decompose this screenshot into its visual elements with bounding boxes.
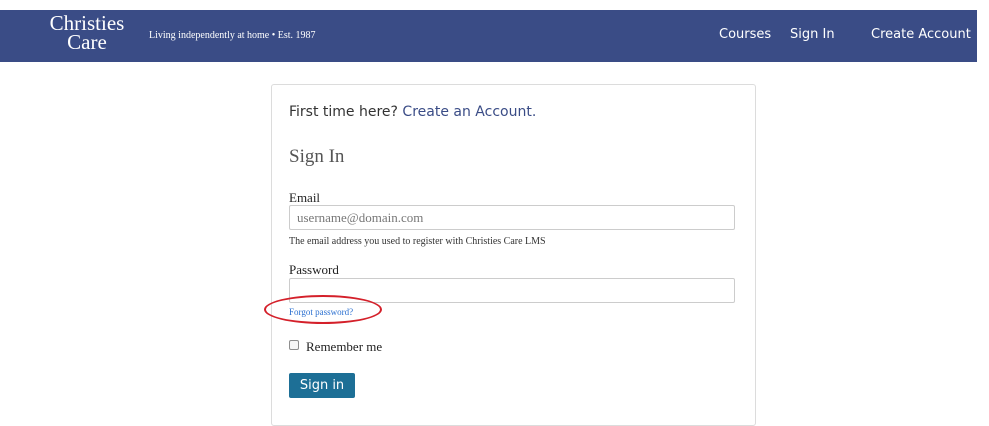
forgot-password-link[interactable]: Forgot password? [289, 307, 353, 317]
nav-create-account[interactable]: Create Account [871, 27, 971, 42]
email-help-text: The email address you used to register w… [289, 236, 546, 247]
remember-me-label: Remember me [306, 339, 383, 354]
top-navbar: Christies Care Living independently at h… [0, 10, 977, 62]
remember-me-checkbox[interactable] [289, 340, 299, 350]
email-label: Email [289, 190, 321, 205]
email-field[interactable] [289, 205, 735, 230]
tagline: Living independently at home • Est. 1987 [149, 30, 316, 41]
nav-sign-in[interactable]: Sign In [790, 27, 835, 42]
create-account-link[interactable]: Create an Account. [402, 104, 536, 120]
first-time-prefix: First time here? [289, 104, 403, 120]
christies-care-logo[interactable]: Christies Care [45, 13, 129, 54]
first-time-text: First time here? Create an Account. [289, 104, 536, 120]
sign-in-button[interactable]: Sign in [289, 373, 355, 398]
nav-courses[interactable]: Courses [719, 27, 771, 42]
logo-line-2: Care [67, 30, 107, 54]
sign-in-heading: Sign In [289, 146, 345, 167]
password-label: Password [289, 262, 339, 277]
